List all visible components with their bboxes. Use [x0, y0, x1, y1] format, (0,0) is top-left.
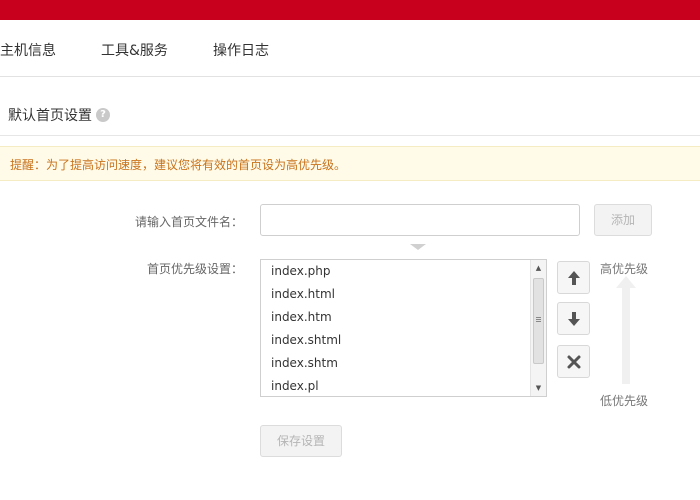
low-priority-label: 低优先级: [600, 394, 649, 408]
priority-arrow-icon: [616, 276, 636, 384]
list-item[interactable]: index.shtml: [271, 333, 341, 347]
nav-item-operation-log[interactable]: 操作日志: [213, 40, 269, 60]
section-title: 默认首页设置: [8, 108, 92, 124]
scroll-thumb[interactable]: [533, 278, 544, 364]
grip-line: [536, 317, 541, 318]
scroll-down-icon[interactable]: ▼: [531, 381, 546, 395]
caret-down-icon: [410, 244, 426, 250]
list-item[interactable]: index.pl: [271, 379, 319, 393]
grip-line: [536, 319, 541, 320]
close-x-icon: [567, 355, 581, 369]
delete-button[interactable]: [557, 345, 590, 378]
filename-label: 请输入首页文件名：: [134, 215, 243, 229]
section-header: 默认首页设置 ?: [0, 78, 700, 136]
nav-item-tools-services[interactable]: 工具&服务: [101, 40, 168, 60]
move-up-button[interactable]: [557, 261, 590, 294]
grip-line: [536, 321, 541, 322]
question-circle-icon[interactable]: ?: [96, 108, 110, 122]
list-item[interactable]: index.html: [271, 287, 335, 301]
listbox-scrollbar[interactable]: ▲ ▼: [530, 260, 546, 396]
high-priority-label: 高优先级: [600, 262, 649, 276]
notice-text: 提醒：为了提高访问速度，建议您将有效的首页设为高优先级。: [10, 158, 347, 172]
arrow-up-icon: [568, 271, 580, 285]
arrow-down-icon: [568, 312, 580, 326]
list-item[interactable]: index.htm: [271, 310, 332, 324]
top-nav: 主机信息 工具&服务 操作日志: [0, 20, 700, 77]
add-button[interactable]: 添加: [594, 204, 652, 236]
notice-banner: 提醒：为了提高访问速度，建议您将有效的首页设为高优先级。: [0, 146, 700, 181]
scroll-up-icon[interactable]: ▲: [531, 261, 546, 275]
top-brand-bar: [0, 0, 700, 20]
save-settings-button[interactable]: 保存设置: [260, 425, 342, 457]
priority-label: 首页优先级设置：: [146, 262, 243, 276]
nav-item-host-info[interactable]: 主机信息: [0, 40, 56, 60]
list-item[interactable]: index.php: [271, 264, 330, 278]
filename-input[interactable]: [260, 204, 580, 236]
priority-listbox[interactable]: index.php index.html index.htm index.sht…: [260, 259, 547, 397]
move-down-button[interactable]: [557, 302, 590, 335]
list-item[interactable]: index.shtm: [271, 356, 338, 370]
